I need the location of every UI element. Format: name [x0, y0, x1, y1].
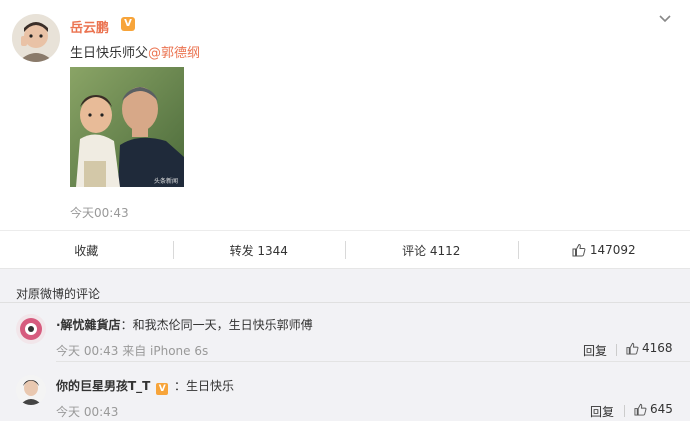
favorite-label: 收藏: [74, 243, 99, 258]
comment-meta: 今天 00:43 来自 iPhone 6s: [56, 344, 209, 358]
comments-header: 对原微博的评论: [16, 287, 101, 301]
commenter-avatar[interactable]: [16, 314, 46, 344]
post-actions-bar: 收藏 转发 1344 评论 4112 147092: [0, 230, 690, 269]
repost-button[interactable]: 转发 1344: [172, 231, 346, 269]
post-text: 生日快乐师父@郭德纲: [70, 42, 200, 61]
thumbs-up-icon: [634, 403, 647, 416]
like-button[interactable]: 147092: [517, 231, 690, 269]
comment-like-button[interactable]: 645: [634, 402, 673, 416]
comment-separator: [56, 361, 690, 362]
reply-button[interactable]: 回复: [583, 342, 607, 359]
action-separator: [624, 405, 625, 417]
action-separator: [616, 344, 617, 356]
thumbs-up-icon: [626, 342, 639, 355]
verified-badge-icon: V: [156, 383, 169, 395]
comment-item: ·解忧雜貨店：和我杰伦同一天，生日快乐郭师傅 今天 00:43 来自 iPhon…: [0, 304, 690, 358]
comment-like-count: 4168: [642, 341, 673, 355]
comment-item: 你的巨星男孩T_T V ：生日快乐 今天 00:43 回复 645: [0, 365, 690, 419]
commenter-name[interactable]: 你的巨星男孩T_T: [56, 379, 150, 393]
like-count: 147092: [589, 243, 636, 257]
comment-label: 评论 4112: [402, 243, 461, 258]
comment-button[interactable]: 评论 4112: [345, 231, 518, 269]
author-name[interactable]: 岳云鹏: [70, 17, 109, 36]
comment-line: 你的巨星男孩T_T V ：生日快乐: [56, 377, 234, 395]
favorite-button[interactable]: 收藏: [0, 231, 173, 269]
author-avatar[interactable]: [12, 14, 60, 62]
comment-line: ·解忧雜貨店：和我杰伦同一天，生日快乐郭师傅: [56, 316, 313, 333]
comment-like-count: 645: [650, 402, 673, 416]
commenter-avatar[interactable]: [16, 375, 46, 405]
comment-meta: 今天 00:43: [56, 405, 119, 419]
post-image[interactable]: 头条新闻: [70, 67, 184, 187]
reply-button[interactable]: 回复: [590, 403, 614, 420]
thumbs-up-icon: [572, 243, 586, 257]
image-watermark: 头条新闻: [154, 177, 178, 185]
repost-label: 转发 1344: [229, 243, 288, 258]
mention-link[interactable]: @郭德纲: [148, 46, 200, 61]
commenter-name[interactable]: ·解忧雜貨店: [56, 318, 121, 332]
weibo-post-card: 岳云鹏 V 生日快乐师父@郭德纲 头条新闻 今天00:43 收藏 转发 1344…: [0, 0, 690, 269]
comments-section: 对原微博的评论 ·解忧雜貨店：和我杰伦同一天，生日快乐郭师傅 今天 00:43 …: [0, 277, 690, 421]
post-text-body: 生日快乐师父: [70, 46, 149, 61]
comment-text: ：和我杰伦同一天，生日快乐郭师傅: [120, 318, 313, 332]
chevron-down-icon[interactable]: [658, 12, 672, 26]
comments-divider: [0, 302, 690, 303]
comment-text: ：生日快乐: [174, 379, 235, 393]
post-timestamp[interactable]: 今天00:43: [70, 204, 129, 221]
comment-like-button[interactable]: 4168: [626, 341, 673, 355]
verified-badge-icon: V: [121, 17, 135, 31]
